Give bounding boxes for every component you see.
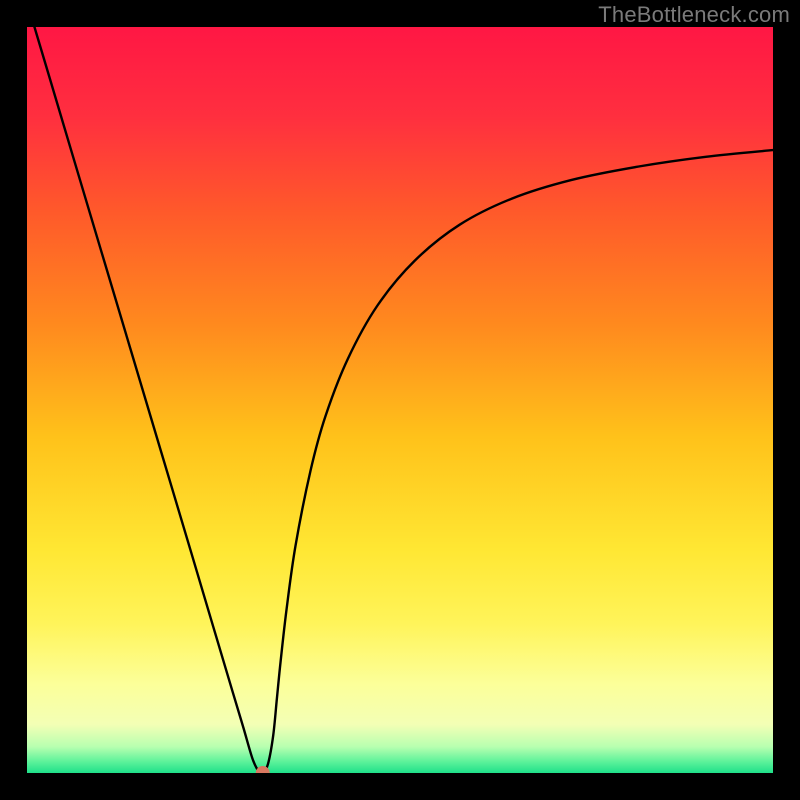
watermark-text: TheBottleneck.com <box>598 2 790 28</box>
bottleneck-chart <box>27 27 773 773</box>
chart-plot-area <box>27 27 773 773</box>
gradient-background <box>27 27 773 773</box>
